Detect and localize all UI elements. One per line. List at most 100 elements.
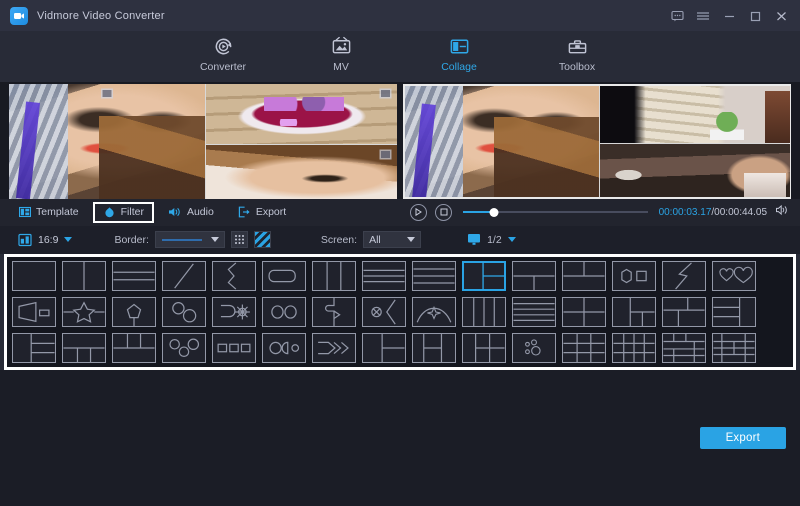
template-x-and-arc[interactable] [362, 297, 406, 327]
template-mixed-grid-dense[interactable] [712, 333, 756, 363]
template-top-three-bottom-wide[interactable] [112, 333, 156, 363]
template-triple-arrow[interactable] [312, 333, 356, 363]
seek-bar[interactable] [463, 205, 648, 219]
preview-cell-3-media [600, 144, 790, 197]
template-arrow-notch-left[interactable] [212, 261, 256, 291]
template-row-2 [12, 297, 788, 327]
template-lightning-split[interactable] [662, 261, 706, 291]
template-left-large-right-two[interactable] [462, 261, 506, 291]
template-two-by-two-grid[interactable] [562, 297, 606, 327]
template-top-wide-bottom-two[interactable] [512, 261, 556, 291]
collage-cell-3[interactable] [206, 145, 397, 199]
screen-label: Screen: [321, 234, 357, 246]
export-icon [238, 206, 251, 218]
template-flag-and-gear[interactable] [212, 297, 256, 327]
collage-cell-1[interactable] [9, 84, 205, 199]
template-arc-with-star[interactable] [412, 297, 456, 327]
template-left-half-right-stack[interactable] [612, 297, 656, 327]
editor-tab-template[interactable]: Template [9, 202, 89, 223]
template-single-full[interactable] [12, 261, 56, 291]
tab-mv-label: MV [333, 61, 349, 73]
template-left-panel-right-stack[interactable] [362, 333, 406, 363]
template-nine-grid-rows[interactable] [612, 333, 656, 363]
footer-bar: Export [0, 370, 800, 506]
template-pentagon-center[interactable] [112, 297, 156, 327]
collage-cell-2[interactable] [206, 84, 397, 144]
template-six-grid-bubbles[interactable] [512, 333, 556, 363]
template-left-large-right-stack[interactable] [12, 333, 56, 363]
tab-toolbox-label: Toolbox [559, 61, 595, 73]
feedback-icon[interactable] [664, 4, 690, 28]
app-title: Vidmore Video Converter [37, 10, 165, 22]
maximize-icon[interactable] [742, 4, 768, 28]
volume-button[interactable] [775, 203, 791, 221]
template-hexagon-and-square[interactable] [612, 261, 656, 291]
page-indicator: 1/2 [487, 234, 502, 246]
page-chevron-down-icon[interactable] [508, 237, 516, 242]
audio-icon [168, 206, 182, 218]
template-diagonal-split[interactable] [162, 261, 206, 291]
close-icon[interactable] [768, 4, 794, 28]
template-two-ovals[interactable] [262, 297, 306, 327]
play-button[interactable] [410, 204, 427, 221]
template-row-3 [12, 333, 788, 363]
screen-dropdown[interactable]: All [363, 231, 421, 248]
editor-tab-audio[interactable]: Audio [158, 202, 224, 223]
editor-tab-export[interactable]: Export [228, 202, 296, 223]
border-color-button[interactable] [254, 231, 271, 248]
collage-icon [449, 35, 470, 57]
collage-editor-panel[interactable] [9, 84, 397, 199]
cell-2-media-badge-icon [379, 88, 392, 99]
stop-button[interactable] [435, 204, 452, 221]
tab-collage[interactable]: Collage [420, 31, 498, 73]
minimize-icon[interactable] [716, 4, 742, 28]
export-button[interactable]: Export [700, 427, 786, 449]
template-three-horizontal-bands[interactable] [112, 261, 156, 291]
border-style-chevron-down-icon [211, 237, 219, 242]
template-top-two-bottom-wide[interactable] [562, 261, 606, 291]
dotted-pattern-icon [234, 234, 245, 245]
border-style-dropdown[interactable] [155, 231, 225, 248]
template-three-vertical-columns[interactable] [312, 261, 356, 291]
template-rounded-rect-center[interactable] [262, 261, 306, 291]
template-star-band[interactable] [62, 297, 106, 327]
screen-value: All [369, 234, 381, 246]
border-pattern-button[interactable] [231, 231, 248, 248]
tab-converter[interactable]: Converter [184, 31, 262, 73]
template-mixed-grid-wide[interactable] [662, 333, 706, 363]
template-top-wide-bottom-three[interactable] [62, 333, 106, 363]
aspect-ratio-chevron-down-icon[interactable] [64, 237, 72, 242]
aspect-ratio-value: 16:9 [38, 234, 58, 246]
tab-toolbox[interactable]: Toolbox [538, 31, 616, 73]
page-control[interactable]: 1/2 [467, 233, 516, 246]
template-megaphone-shape[interactable] [12, 297, 56, 327]
template-puzzle-split[interactable] [312, 297, 356, 327]
aspect-ratio-control[interactable]: 16:9 [18, 233, 72, 247]
template-four-columns[interactable] [462, 297, 506, 327]
menu-icon[interactable] [690, 4, 716, 28]
template-two-by-three-grid[interactable] [462, 333, 506, 363]
player-controls: 00:00:03.17/00:00:44.05 [398, 199, 791, 226]
template-four-horizontal-bands[interactable] [362, 261, 406, 291]
template-two-columns[interactable] [62, 261, 106, 291]
editor-tabs: Template Filter Audio [9, 199, 398, 226]
template-circle-pacman-dot[interactable] [262, 333, 306, 363]
template-left-stack-right-panel[interactable] [412, 333, 456, 363]
seek-knob[interactable] [490, 208, 499, 217]
template-left-bands-right-panel[interactable] [712, 297, 756, 327]
time-display: 00:00:03.17/00:00:44.05 [659, 207, 767, 218]
template-two-hearts[interactable] [712, 261, 756, 291]
template-three-squares[interactable] [212, 333, 256, 363]
editor-toolbar: Template Filter Audio [0, 199, 800, 226]
template-top-half-bottom-split[interactable] [662, 297, 706, 327]
template-five-horizontal-bands[interactable] [512, 297, 556, 327]
editor-tab-audio-label: Audio [187, 206, 214, 218]
template-four-horizontal-bands-thin[interactable] [412, 261, 456, 291]
total-time: 00:00:44.05 [714, 207, 767, 218]
main-nav: Converter MV C [0, 31, 800, 82]
template-two-circles-offset[interactable] [162, 297, 206, 327]
editor-tab-filter[interactable]: Filter [93, 202, 154, 223]
template-three-by-three-grid[interactable] [562, 333, 606, 363]
tab-mv[interactable]: MV [302, 31, 380, 73]
template-three-circles[interactable] [162, 333, 206, 363]
